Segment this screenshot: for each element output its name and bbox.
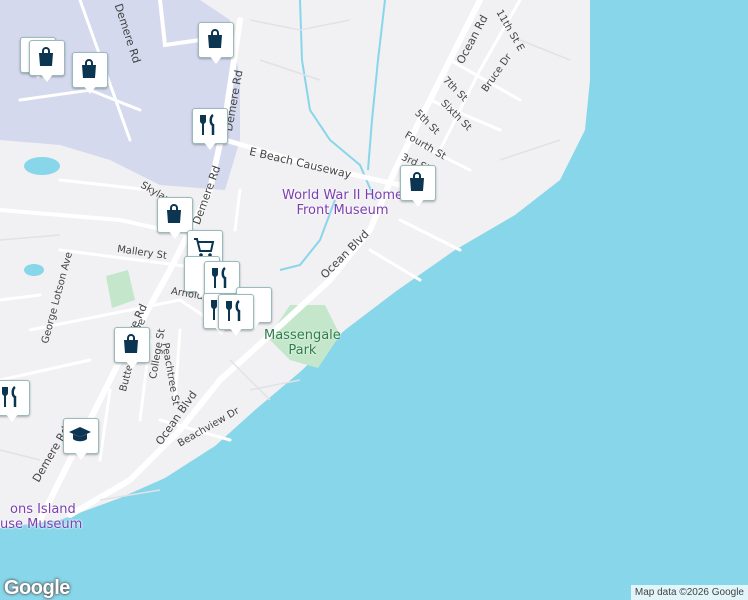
lighthouse-label[interactable]: ons Island use Museum (0, 502, 82, 532)
map-canvas[interactable]: Demere Rd Demere Rd Demere Rd Demere Rd … (0, 0, 748, 600)
pond (24, 264, 44, 276)
map-marker-school[interactable] (63, 418, 99, 464)
restaurant-icon (2, 385, 17, 407)
museum-label[interactable]: World War II Home Front Museum (282, 188, 403, 218)
restaurant-icon (212, 266, 227, 288)
park-name-line1: Massengale (264, 328, 341, 343)
map-marker-shopping[interactable] (198, 22, 234, 68)
shopping-bag-icon (208, 29, 222, 48)
map-marker-restaurant[interactable] (192, 108, 228, 154)
restaurant-icon (226, 299, 241, 321)
map-marker-restaurant[interactable] (0, 380, 30, 426)
map-marker-shopping[interactable] (400, 165, 436, 211)
shopping-bag-icon (167, 204, 181, 223)
park-small (106, 270, 135, 308)
map-marker-shopping[interactable] (114, 327, 150, 373)
shopping-bag-icon (39, 47, 53, 66)
map-marker-shopping[interactable] (29, 40, 65, 86)
map-base (0, 0, 748, 600)
pond (24, 157, 60, 175)
creek (367, 0, 386, 171)
lighthouse-name-line2: use Museum (0, 517, 83, 532)
map-marker-restaurant[interactable] (218, 294, 254, 340)
museum-name-line2: Front Museum (296, 203, 389, 218)
shopping-bag-icon (124, 334, 138, 353)
restaurant-icon (200, 113, 215, 135)
school-icon (69, 427, 91, 442)
google-logo: Google (4, 577, 70, 599)
shopping-bag-icon (82, 59, 96, 78)
map-attribution: Map data ©2026 Google (630, 585, 748, 600)
shopping-bag-icon (410, 172, 424, 191)
map-marker-shopping[interactable] (72, 52, 108, 98)
lighthouse-name-line1: ons Island (10, 502, 76, 517)
park-label[interactable]: Massengale Park (264, 328, 341, 358)
park-name-line2: Park (288, 343, 317, 358)
museum-name-line1: World War II Home (282, 188, 404, 203)
